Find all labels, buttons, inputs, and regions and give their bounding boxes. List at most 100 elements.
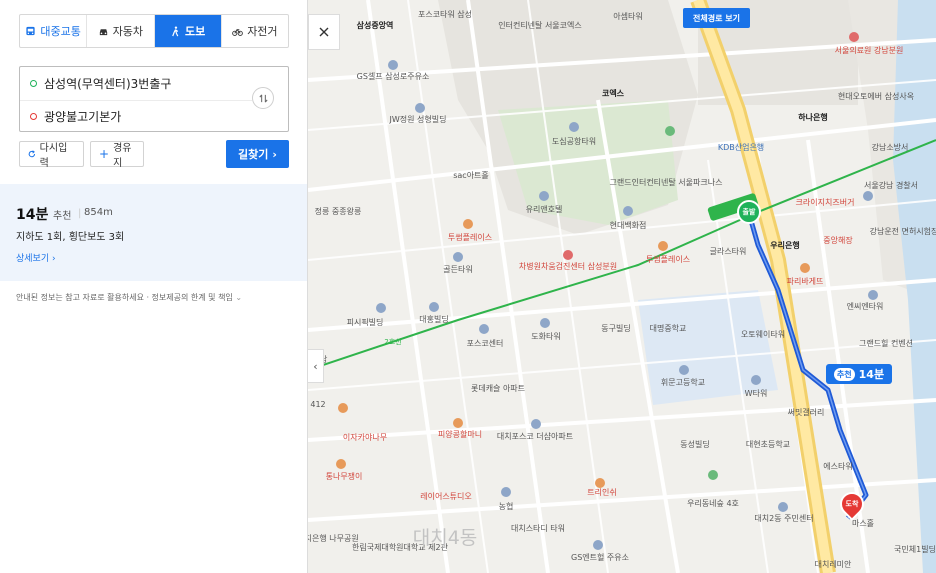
poi-icon[interactable] bbox=[569, 122, 579, 132]
chevron-right-icon: › bbox=[272, 147, 277, 161]
directions-panel: 대중교통 자동차 도보 자전거 삼성역(무역센터)3번출구 광양불고기본가 다시… bbox=[0, 0, 308, 573]
map-label: 우리은행 bbox=[770, 241, 800, 250]
swap-route-button[interactable] bbox=[252, 87, 274, 109]
map-label: 이자카야나무 bbox=[342, 433, 388, 442]
tab-car[interactable]: 자동차 bbox=[87, 15, 155, 47]
map-label: 그랜드힐 컨벤션 bbox=[858, 339, 914, 348]
transport-mode-tabs: 대중교통 자동차 도보 자전거 bbox=[19, 14, 289, 48]
map-label: 현대백화점 bbox=[609, 221, 647, 230]
subway-line-label: 2호선 bbox=[384, 338, 402, 346]
map-label: 삼성중앙역 bbox=[356, 21, 394, 30]
search-route-button[interactable]: 길찾기 › bbox=[226, 140, 289, 168]
map-label: 써밋갤러리 bbox=[787, 408, 825, 417]
chevron-down-icon: ⌄ bbox=[235, 293, 243, 302]
map-canvas[interactable]: 삼성중앙역 포스코타워 삼성 인터컨티넨탈 서울코엑스 아셈타워 코엑스 GS셀… bbox=[308, 0, 936, 573]
restaurant-icon[interactable] bbox=[336, 459, 346, 469]
map-base bbox=[308, 0, 936, 573]
district-label: 대치4동 bbox=[412, 527, 478, 549]
poi-icon[interactable] bbox=[429, 302, 439, 312]
police-icon[interactable] bbox=[863, 191, 873, 201]
map-label: 투썸플레이스 bbox=[645, 255, 691, 264]
tab-transit[interactable]: 대중교통 bbox=[20, 15, 88, 47]
poi-icon[interactable] bbox=[778, 502, 788, 512]
close-button[interactable] bbox=[308, 14, 340, 50]
chevron-left-icon: ‹ bbox=[313, 359, 318, 373]
hospital-icon[interactable] bbox=[563, 250, 573, 260]
tab-bike-label: 자전거 bbox=[247, 25, 278, 38]
map-label: 중앙해장 bbox=[823, 236, 853, 245]
map-label: 대치스타디 타워 bbox=[510, 524, 566, 533]
restaurant-icon[interactable] bbox=[463, 219, 473, 229]
restaurant-icon[interactable] bbox=[338, 403, 348, 413]
poi-icon[interactable] bbox=[453, 252, 463, 262]
refresh-icon bbox=[28, 150, 36, 158]
map-label: 휘문고등학교 bbox=[660, 378, 706, 387]
start-marker[interactable]: 출발 bbox=[737, 200, 761, 224]
bakery-icon[interactable] bbox=[800, 263, 810, 273]
map-label: 농협 bbox=[498, 502, 514, 511]
map-label: 통나무쟁이 bbox=[325, 472, 363, 481]
poi-icon[interactable] bbox=[376, 303, 386, 313]
map-label: 파리바게뜨 bbox=[786, 277, 824, 286]
map-label: 코엑스 bbox=[601, 89, 625, 98]
start-point-text: 삼성역(무역센터)3번출구 bbox=[44, 76, 172, 91]
bank-icon[interactable] bbox=[501, 487, 511, 497]
map-label: 투썸플레이스 bbox=[447, 233, 493, 242]
map-label: 오토웨이타워 bbox=[740, 330, 786, 339]
walk-icon bbox=[172, 25, 179, 36]
tab-walk[interactable]: 도보 bbox=[154, 15, 222, 47]
poi-icon[interactable] bbox=[539, 191, 549, 201]
map-label: 그랜드인터컨티넨탈 서울파크나스 bbox=[609, 178, 723, 187]
poi-icon[interactable] bbox=[868, 290, 878, 300]
poi-icon[interactable] bbox=[479, 324, 489, 334]
poi-icon[interactable] bbox=[623, 206, 633, 216]
map-label: 국민체1빌딩 bbox=[894, 545, 936, 554]
map-label: 피양콩할마니 bbox=[437, 430, 483, 439]
tab-bike[interactable]: 자전거 bbox=[222, 15, 288, 47]
map-label: W타워 bbox=[744, 389, 768, 398]
route-result-card[interactable]: 14분 추천 | 854m 지하도 1회, 횡단보도 3회 상세보기 › bbox=[0, 184, 307, 281]
reset-button[interactable]: 다시입력 bbox=[19, 141, 84, 169]
map-label: KDB산업은행 bbox=[717, 143, 765, 152]
poi-icon[interactable] bbox=[540, 318, 550, 328]
start-dot-icon bbox=[30, 79, 37, 87]
start-point[interactable]: 삼성역(무역센터)3번출구 bbox=[30, 71, 171, 95]
gas-station-icon[interactable] bbox=[593, 540, 603, 550]
restaurant-icon[interactable] bbox=[595, 478, 605, 488]
end-dot-icon bbox=[30, 112, 37, 120]
detail-link[interactable]: 상세보기 › bbox=[16, 251, 56, 264]
search-route-label: 길찾기 bbox=[238, 148, 269, 161]
tab-transit-label: 대중교통 bbox=[40, 25, 81, 38]
swap-icon bbox=[258, 94, 268, 102]
restaurant-icon[interactable] bbox=[453, 418, 463, 428]
disclaimer-notice[interactable]: 안내된 정보는 참고 자료로 활용하세요 · 정보제공의 한계 및 책임 ⌄ bbox=[16, 292, 242, 303]
map-label: 글라스타워 bbox=[709, 247, 747, 256]
route-time-tag[interactable]: 추천 14분 bbox=[826, 364, 892, 384]
map-label: 도화타워 bbox=[531, 332, 561, 341]
poi-icon[interactable] bbox=[388, 60, 398, 70]
school-icon[interactable] bbox=[679, 365, 689, 375]
map-label: 412 bbox=[310, 400, 326, 409]
map-label: 서울강남 경찰서 bbox=[863, 181, 919, 190]
map-label: 크라이지치즈버거 bbox=[795, 198, 855, 207]
map-label: 포스코센터 bbox=[466, 339, 504, 348]
poi-icon[interactable] bbox=[531, 419, 541, 429]
poi-icon[interactable] bbox=[415, 103, 425, 113]
star-marker-icon[interactable] bbox=[665, 126, 675, 136]
close-icon bbox=[319, 27, 329, 37]
park-icon[interactable] bbox=[708, 470, 718, 480]
bus-icon bbox=[26, 26, 35, 35]
poi-icon[interactable] bbox=[751, 375, 761, 385]
start-marker-label: 출발 bbox=[742, 208, 756, 216]
map-label: 차병원차움검진센터 삼성분원 bbox=[518, 262, 618, 271]
end-point[interactable]: 광양불고기본가 bbox=[30, 104, 121, 128]
add-waypoint-button[interactable]: + 경유지 bbox=[90, 141, 144, 169]
cafe-icon[interactable] bbox=[658, 241, 668, 251]
map-label: 유리앤호텔 bbox=[525, 205, 563, 214]
result-description: 지하도 1회, 횡단보도 3회 bbox=[16, 232, 125, 243]
map-label: 대치은행 나무공원 bbox=[308, 534, 359, 543]
map-label: 엔씨엔타워 bbox=[846, 302, 884, 311]
collapse-panel-button[interactable]: ‹ bbox=[308, 349, 324, 383]
full-route-button[interactable]: 전체경로 보기 bbox=[683, 8, 750, 28]
hospital-icon[interactable] bbox=[849, 32, 859, 42]
